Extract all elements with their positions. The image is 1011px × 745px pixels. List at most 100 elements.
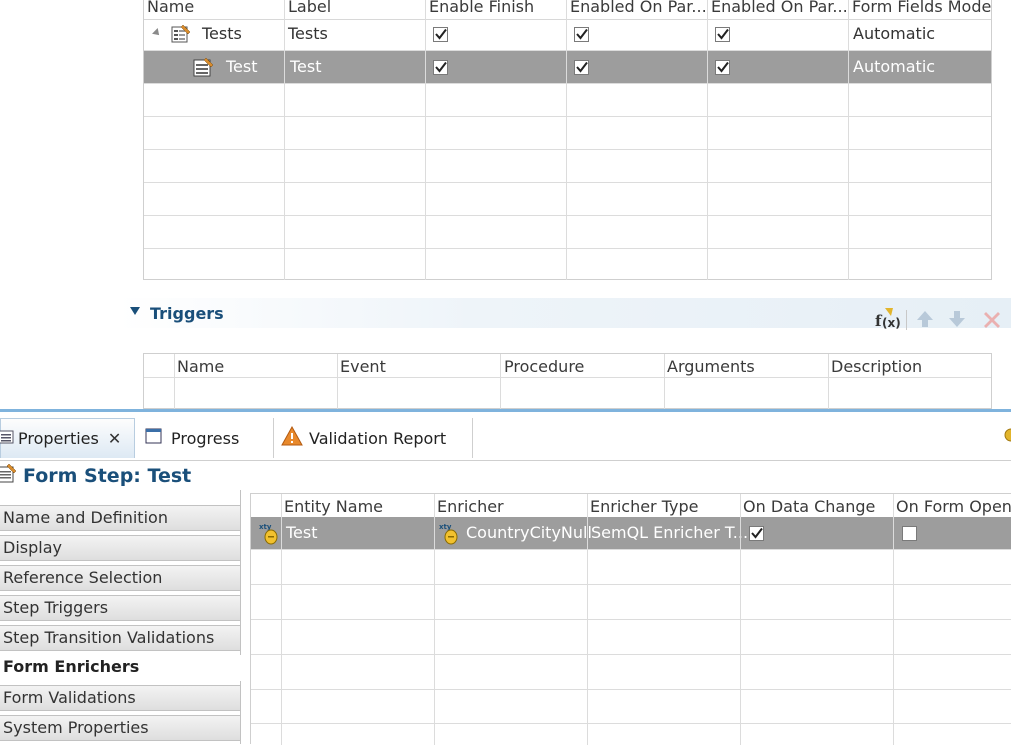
move-down-icon[interactable] [946,308,968,334]
sidenav-item-system-properties[interactable]: System Properties [0,715,241,741]
sidenav-item-display[interactable]: Display [0,535,241,561]
enabled-on-par-2-checkbox[interactable] [715,27,730,42]
sidenav-item-form-enrichers[interactable]: Form Enrichers [0,655,241,681]
column-divider [664,354,665,410]
panel-divider[interactable] [0,409,1011,412]
form-fields-mode: Automatic [853,57,936,76]
sidenav-item-step-triggers[interactable]: Step Triggers [0,595,241,621]
empty-row [251,690,1011,724]
triggers-title[interactable]: Triggers [150,304,224,323]
enabled-on-par-1-checkbox[interactable] [574,60,589,75]
properties-icon [0,429,16,449]
collapse-triangle-icon[interactable] [130,307,140,315]
svg-text:(x): (x) [882,316,901,330]
column-divider [828,354,829,410]
column-divider [893,494,894,745]
progress-icon [145,428,163,448]
sidenav-item-name-and-definition[interactable]: Name and Definition [0,505,241,531]
triggers-table: Name Event Procedure Arguments Descripti… [143,353,992,410]
tab-label: Validation Report [309,428,447,448]
table-row[interactable]: Tests Tests Automatic [144,18,991,51]
column-divider [566,0,567,280]
enricher-icon: xty [439,522,463,550]
tab-label: Properties [18,429,99,448]
empty-row [251,655,1011,690]
sidenav-item-step-transition-validations[interactable]: Step Transition Validations [0,625,241,651]
column-header-enricher-type[interactable]: Enricher Type [590,497,698,516]
view-menu-icon[interactable] [1000,426,1011,450]
column-divider [174,354,175,410]
on-form-open-checkbox[interactable] [902,526,917,541]
column-header-enable-finish[interactable]: Enable Finish [429,0,534,16]
on-data-change-checkbox[interactable] [749,526,764,541]
enabled-on-par-1-checkbox[interactable] [574,27,589,42]
column-header-on-data-change[interactable]: On Data Change [743,497,875,516]
table-row[interactable]: Test Test Automatic [144,51,991,84]
tab-label: Progress [171,428,240,448]
form-step-icon [193,56,215,82]
column-header-enricher[interactable]: Enricher [437,497,504,516]
expand-arrow-icon[interactable] [152,28,162,38]
form-icon [171,24,191,48]
step-label: Tests [288,24,328,43]
tab-properties[interactable]: Properties ✕ [0,418,135,458]
tab-progress[interactable]: Progress [136,418,274,458]
steps-table-header: Name Label Enable Finish Enabled On Par.… [144,0,991,20]
toolbar-separator [906,310,907,330]
form-step-icon [0,463,17,488]
enable-finish-checkbox[interactable] [433,27,448,42]
column-divider [434,494,435,745]
column-header-enabled-on-par-1[interactable]: Enabled On Par... [570,0,707,16]
delete-icon[interactable] [980,308,1004,336]
empty-row [144,249,991,282]
move-up-icon[interactable] [914,308,936,334]
column-header-form-fields-mode[interactable]: Form Fields Mode [852,0,991,16]
column-header-event[interactable]: Event [340,357,386,376]
function-icon[interactable]: f (x) [873,306,901,336]
column-header-arguments[interactable]: Arguments [667,357,755,376]
column-header-enabled-on-par-2[interactable]: Enabled On Par... [711,0,848,16]
enable-finish-checkbox[interactable] [433,60,448,75]
column-divider [425,0,426,280]
empty-row [251,585,1011,620]
column-header-name[interactable]: Name [177,357,224,376]
column-divider [337,354,338,410]
column-header-name[interactable]: Name [147,0,194,16]
column-header-entity-name[interactable]: Entity Name [284,497,383,516]
empty-row [251,550,1011,585]
form-fields-mode: Automatic [853,24,936,43]
empty-row [251,620,1011,655]
column-divider [284,0,285,280]
warning-icon [281,425,303,450]
enabled-on-par-2-checkbox[interactable] [715,60,730,75]
enricher-name: CountryCityNull [466,523,592,542]
tab-validation-report[interactable]: Validation Report [274,418,473,458]
enricher-type: SemQL Enricher T... [591,523,749,542]
column-divider [500,354,501,410]
steps-table: Name Label Enable Finish Enabled On Par.… [143,0,992,280]
column-divider [848,0,849,280]
step-name: Test [226,57,258,76]
step-name: Tests [202,24,242,43]
column-header-on-form-open[interactable]: On Form Open [896,497,1011,516]
form-step-title-text: Form Step: Test [23,464,192,487]
close-icon[interactable]: ✕ [108,429,121,448]
column-divider [587,494,588,745]
column-divider [740,494,741,745]
column-divider [281,494,282,745]
column-divider [707,0,708,280]
empty-row [144,150,991,183]
sidenav-item-form-validations[interactable]: Form Validations [0,685,241,711]
step-label: Test [290,57,322,76]
page-title: Form Step: Test [0,463,191,488]
empty-row [144,216,991,249]
entity-icon: xty [259,522,283,550]
column-header-procedure[interactable]: Procedure [504,357,584,376]
column-header-label[interactable]: Label [288,0,331,16]
sidenav-item-reference-selection[interactable]: Reference Selection [0,565,241,591]
column-header-description[interactable]: Description [831,357,922,376]
entity-name: Test [286,523,318,542]
table-row[interactable]: xty Test xty CountryCityNull SemQL Enric… [251,517,1011,550]
empty-row [144,183,991,216]
enrichers-table: Entity Name Enricher Enricher Type On Da… [250,493,1011,745]
